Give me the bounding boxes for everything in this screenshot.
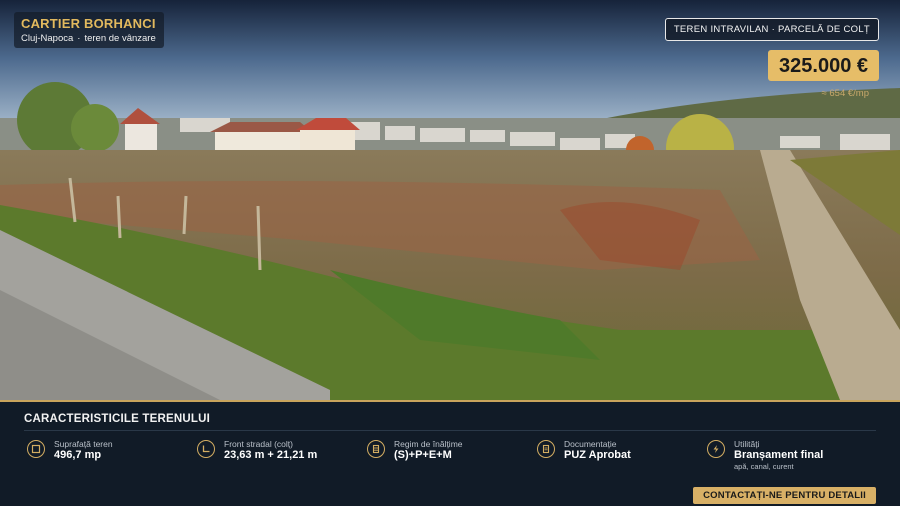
feature-value: (S)+P+E+M: [394, 449, 452, 461]
lightning-icon: [707, 440, 725, 458]
feature-label: Suprafață teren: [54, 439, 113, 449]
feature-note: apă, canal, curent: [734, 462, 794, 471]
feature-label: Front stradal (colț): [224, 439, 293, 449]
listing-type: teren de vânzare: [84, 33, 156, 44]
price-per-sqm: ≈ 654 €/mp: [821, 88, 869, 99]
land-type-badge: TEREN INTRAVILAN · PARCELĂ DE COLȚ: [664, 18, 879, 41]
feature-label: Documentație: [564, 439, 617, 449]
feature-label: Utilități: [734, 439, 760, 449]
feature-height-regime: Regim de înălțime (S)+P+E+M: [367, 439, 463, 462]
feature-value: 496,7 mp: [54, 449, 102, 461]
land-photo-illustration: [0, 0, 900, 400]
feature-documentation: Documentație PUZ Aprobat: [537, 439, 631, 462]
neighborhood-title: CARTIER BORHANCI: [21, 16, 156, 31]
panel-title: CARACTERISTICILE TERENULUI: [24, 413, 211, 425]
document-icon: [537, 440, 555, 458]
price-tag: 325.000 €: [768, 50, 879, 81]
feature-value: Branșament final: [734, 449, 824, 461]
feature-value: 23,63 m + 21,21 m: [224, 449, 318, 461]
feature-area: Suprafață teren 496,7 mp: [27, 439, 113, 462]
separator-dot: ·: [77, 33, 81, 44]
land-photo: [0, 0, 900, 400]
panel-divider: [24, 430, 876, 431]
area-icon: [27, 440, 45, 458]
feature-frontage: Front stradal (colț) 23,63 m + 21,21 m: [197, 439, 317, 462]
contact-button[interactable]: CONTACTAȚI-NE PENTRU DETALII: [693, 487, 876, 504]
feature-utilities: Utilități Branșament final apă, canal, c…: [707, 439, 823, 471]
feature-value: PUZ Aprobat: [564, 449, 631, 461]
city-name: Cluj-Napoca: [21, 33, 74, 44]
feature-label: Regim de înălțime: [394, 439, 463, 449]
location-badge: CARTIER BORHANCI Cluj-Napoca · teren de vâ…: [14, 12, 164, 48]
features-panel: CARACTERISTICILE TERENULUI Suprafață ter…: [0, 400, 900, 506]
building-height-icon: [367, 440, 385, 458]
corner-frontage-icon: [197, 440, 215, 458]
location-subtitle: Cluj-Napoca · teren de vânzare: [21, 32, 156, 45]
